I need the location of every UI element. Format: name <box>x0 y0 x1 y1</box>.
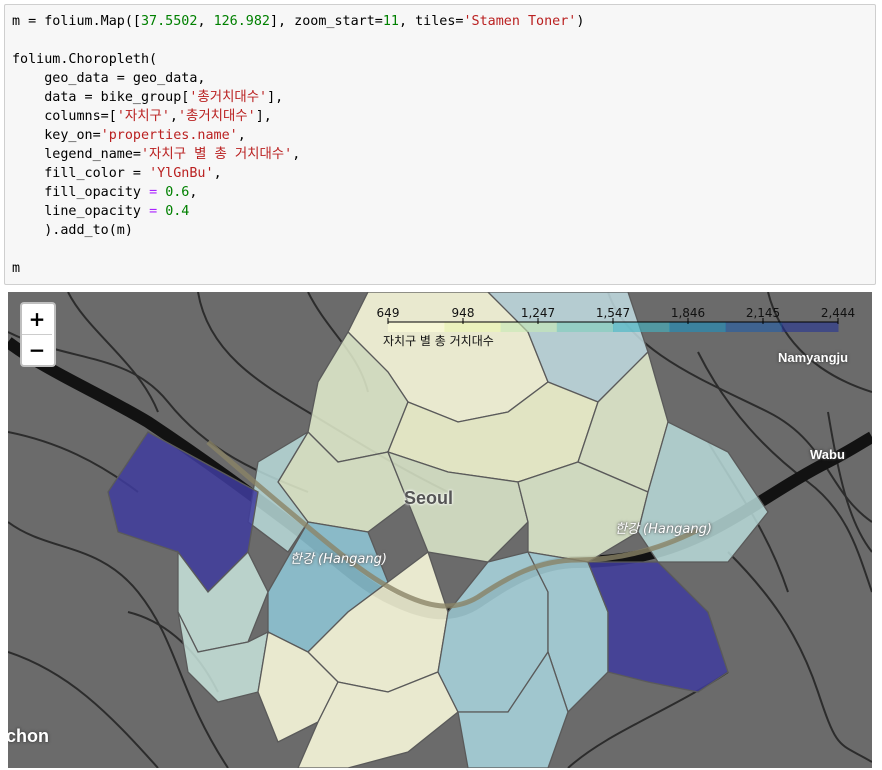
code-token: , <box>169 109 178 124</box>
zoom-out-button[interactable]: − <box>22 334 52 365</box>
zoom-control: + − <box>20 302 56 367</box>
legend-color-swatch <box>613 322 670 332</box>
place-label-seoul: Seoul <box>404 488 454 508</box>
folium-map[interactable]: + − 649 948 1,247 1,547 1,846 2,145 2,444 자치구 … <box>8 292 872 768</box>
legend-color-swatch <box>669 322 726 332</box>
code-token: geo_data = geo_data, <box>12 71 206 86</box>
code-token: , <box>213 166 222 181</box>
code-token: ], <box>267 90 284 105</box>
code-line: geo_data = geo_data, <box>12 69 875 88</box>
code-token: , <box>237 128 246 143</box>
code-token: 126.982 <box>213 14 270 29</box>
code-token: , <box>189 185 198 200</box>
code-line: line_opacity = 0.4 <box>12 202 875 221</box>
code-token: columns=[ <box>12 109 117 124</box>
code-token: 'properties.name' <box>100 128 238 143</box>
code-token: '총거치대수' <box>189 90 268 105</box>
code-token: , <box>292 147 301 162</box>
code-token: folium.Choropleth( <box>12 52 158 67</box>
code-cell[interactable]: m = folium.Map([37.5502, 126.982], zoom_… <box>4 4 876 285</box>
code-token: ).add_to(m) <box>12 223 133 238</box>
legend-color-swatch <box>444 322 501 332</box>
river-label-west: 한강 (Hangang) <box>290 552 387 567</box>
code-token: = <box>149 185 158 200</box>
code-token: fill_opacity <box>12 185 150 200</box>
code-line: folium.Choropleth( <box>12 50 875 69</box>
place-label-wabu: Wabu <box>810 447 845 462</box>
code-token: fill_color = <box>12 166 150 181</box>
code-token: data = bike_group[ <box>12 90 190 105</box>
code-line: ).add_to(m) <box>12 221 875 240</box>
place-label-incheon: chon <box>8 726 49 746</box>
code-token: key_on= <box>12 128 101 143</box>
legend-tick-label: 2,444 <box>820 306 856 320</box>
code-line: key_on='properties.name', <box>12 126 875 145</box>
code-token: '자치구 별 총 거치대수' <box>141 147 293 162</box>
legend-color-swatch <box>725 322 783 332</box>
code-line: legend_name='자치구 별 총 거치대수', <box>12 145 875 164</box>
zoom-in-button[interactable]: + <box>22 304 52 334</box>
legend-color-swatch <box>388 322 445 332</box>
code-token: 0.6 <box>165 185 190 200</box>
code-token: , <box>197 14 214 29</box>
legend-tick-label: 2,145 <box>745 306 781 320</box>
code-token: , tiles= <box>399 14 464 29</box>
legend-tick-label: 1,846 <box>670 306 706 320</box>
legend-tick-label: 1,247 <box>520 306 556 320</box>
code-token: line_opacity <box>12 204 150 219</box>
legend-title: 자치구 별 총 거치대수 <box>383 334 494 348</box>
place-label-namyangju: Namyangju <box>778 350 849 365</box>
code-line: data = bike_group['총거치대수'], <box>12 88 875 107</box>
legend-color-swatch <box>556 322 614 332</box>
code-line: columns=['자치구','총거치대수'], <box>12 107 875 126</box>
code-token: ], zoom_start= <box>270 14 383 29</box>
code-token: ], <box>255 109 272 124</box>
code-line: fill_color = 'YlGnBu', <box>12 164 875 183</box>
code-token: 37.5502 <box>141 14 198 29</box>
code-token: '총거치대수' <box>177 109 256 124</box>
map-canvas[interactable] <box>8 292 872 768</box>
river-label-east: 한강 (Hangang) <box>615 522 712 537</box>
legend-tick-label: 1,547 <box>595 306 631 320</box>
legend-color-swatch <box>500 322 558 332</box>
code-token: 'YlGnBu' <box>149 166 214 181</box>
code-line: m = folium.Map([37.5502, 126.982], zoom_… <box>12 12 875 31</box>
code-token: 0.4 <box>165 204 190 219</box>
code-token: m = folium.Map([ <box>12 14 141 29</box>
legend-tick-label: 948 <box>451 306 475 320</box>
code-token: '자치구' <box>116 109 170 124</box>
code-line: m <box>12 259 875 278</box>
code-token: ) <box>576 14 585 29</box>
legend-tick-label: 649 <box>376 306 400 320</box>
legend-color-swatch <box>781 322 839 332</box>
code-token: legend_name= <box>12 147 141 162</box>
code-line: fill_opacity = 0.6, <box>12 183 875 202</box>
code-token: 11 <box>382 14 399 29</box>
code-token: m <box>12 261 21 276</box>
code-token: 'Stamen Toner' <box>463 14 577 29</box>
code-token: = <box>149 204 158 219</box>
